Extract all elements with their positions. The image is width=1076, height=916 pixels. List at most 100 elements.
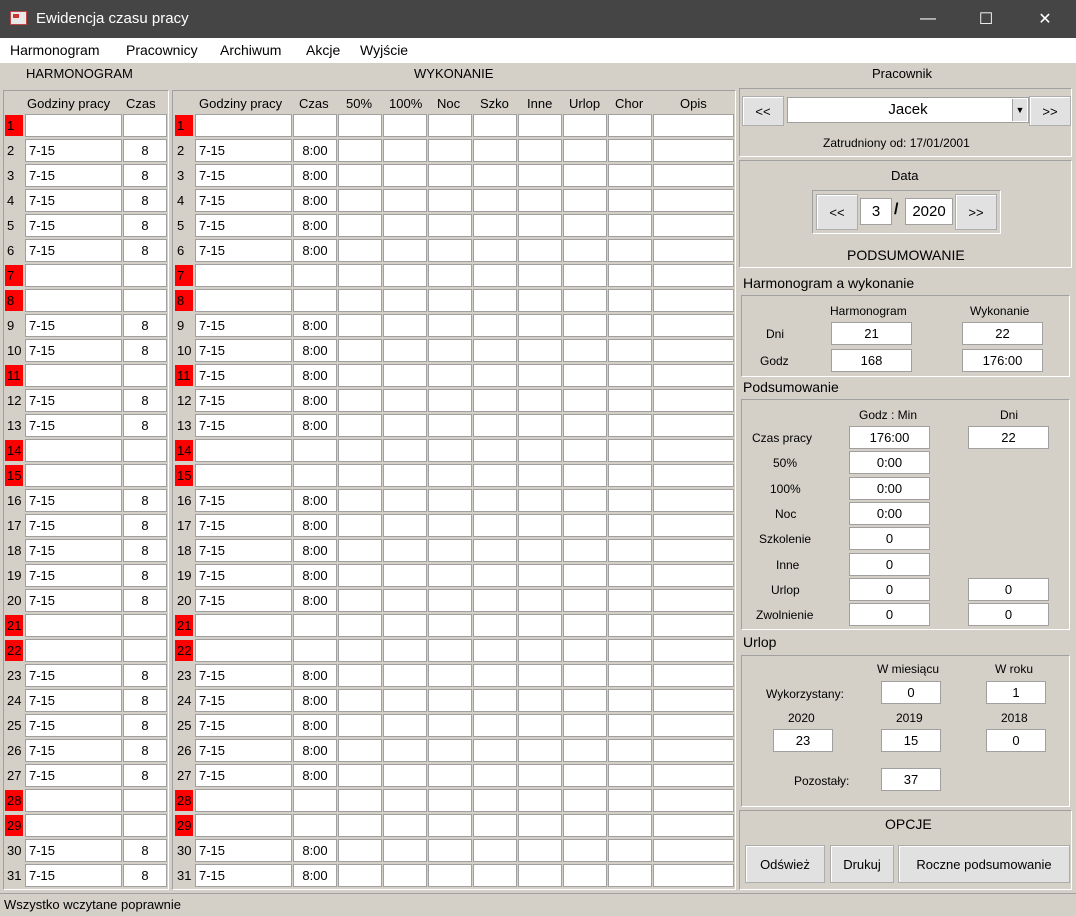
wyk-extra-cell[interactable] <box>518 489 562 512</box>
wyk-extra-cell[interactable] <box>653 364 734 387</box>
wyk-extra-cell[interactable] <box>653 439 734 462</box>
hw-wyk-dni[interactable]: 22 <box>962 322 1043 345</box>
wyk-extra-cell[interactable] <box>338 564 382 587</box>
wyk-extra-cell[interactable] <box>383 164 427 187</box>
minimize-button[interactable]: — <box>905 0 951 38</box>
wyk-time-cell[interactable]: 8:00 <box>293 564 337 587</box>
harm-hours-cell[interactable] <box>25 264 122 287</box>
harm-hours-cell[interactable] <box>25 814 122 837</box>
menu-harmonogram[interactable]: Harmonogram <box>10 42 99 58</box>
wyk-extra-cell[interactable] <box>608 164 652 187</box>
wyk-extra-cell[interactable] <box>653 789 734 812</box>
wyk-extra-cell[interactable] <box>338 589 382 612</box>
urlop-value-3[interactable]: 0 <box>986 729 1046 752</box>
wyk-time-cell[interactable]: 8:00 <box>293 739 337 762</box>
wyk-extra-cell[interactable] <box>608 439 652 462</box>
wyk-extra-cell[interactable] <box>653 764 734 787</box>
wyk-extra-cell[interactable] <box>383 639 427 662</box>
wyk-time-cell[interactable]: 8:00 <box>293 839 337 862</box>
wyk-extra-cell[interactable] <box>563 389 607 412</box>
wyk-time-cell[interactable]: 8:00 <box>293 314 337 337</box>
wyk-extra-cell[interactable] <box>338 464 382 487</box>
wyk-extra-cell[interactable] <box>473 314 517 337</box>
wyk-extra-cell[interactable] <box>338 839 382 862</box>
wyk-extra-cell[interactable] <box>653 589 734 612</box>
maximize-button[interactable]: ☐ <box>963 0 1009 38</box>
wyk-extra-cell[interactable] <box>473 339 517 362</box>
wyk-extra-cell[interactable] <box>518 139 562 162</box>
wyk-extra-cell[interactable] <box>428 214 472 237</box>
harm-time-cell[interactable] <box>123 364 167 387</box>
wyk-extra-cell[interactable] <box>653 464 734 487</box>
harm-time-cell[interactable]: 8 <box>123 864 167 887</box>
wyk-extra-cell[interactable] <box>473 839 517 862</box>
wyk-extra-cell[interactable] <box>608 339 652 362</box>
wyk-extra-cell[interactable] <box>518 864 562 887</box>
wyk-extra-cell[interactable] <box>383 239 427 262</box>
wyk-hours-cell[interactable]: 7-15 <box>195 239 292 262</box>
wyk-extra-cell[interactable] <box>518 764 562 787</box>
summary-godzmin-field[interactable]: 0 <box>849 603 930 627</box>
wyk-time-cell[interactable]: 8:00 <box>293 214 337 237</box>
wyk-extra-cell[interactable] <box>338 639 382 662</box>
next-employee-button[interactable]: >> <box>1029 96 1071 126</box>
wyk-extra-cell[interactable] <box>563 564 607 587</box>
harm-hours-cell[interactable]: 7-15 <box>25 339 122 362</box>
wyk-extra-cell[interactable] <box>338 239 382 262</box>
wyk-extra-cell[interactable] <box>563 139 607 162</box>
wyk-extra-cell[interactable] <box>338 814 382 837</box>
wyk-extra-cell[interactable] <box>653 739 734 762</box>
wyk-extra-cell[interactable] <box>428 239 472 262</box>
harm-hours-cell[interactable] <box>25 364 122 387</box>
wyk-extra-cell[interactable] <box>653 714 734 737</box>
wyk-extra-cell[interactable] <box>563 764 607 787</box>
harm-time-cell[interactable] <box>123 614 167 637</box>
wyk-time-cell[interactable] <box>293 464 337 487</box>
wyk-extra-cell[interactable] <box>428 789 472 812</box>
wyk-extra-cell[interactable] <box>653 314 734 337</box>
wyk-extra-cell[interactable] <box>473 589 517 612</box>
wyk-extra-cell[interactable] <box>563 339 607 362</box>
wyk-time-cell[interactable]: 8:00 <box>293 764 337 787</box>
wyk-hours-cell[interactable] <box>195 114 292 137</box>
harm-hours-cell[interactable]: 7-15 <box>25 389 122 412</box>
harm-hours-cell[interactable] <box>25 614 122 637</box>
wyk-extra-cell[interactable] <box>563 839 607 862</box>
wyk-extra-cell[interactable] <box>383 439 427 462</box>
wyk-time-cell[interactable] <box>293 639 337 662</box>
print-button[interactable]: Drukuj <box>830 845 894 883</box>
summary-godzmin-field[interactable]: 0 <box>849 527 930 551</box>
wyk-extra-cell[interactable] <box>563 714 607 737</box>
wyk-extra-cell[interactable] <box>563 589 607 612</box>
wyk-extra-cell[interactable] <box>428 539 472 562</box>
wyk-extra-cell[interactable] <box>563 664 607 687</box>
wyk-extra-cell[interactable] <box>428 864 472 887</box>
urlop-value-2[interactable]: 15 <box>881 729 941 752</box>
wyk-extra-cell[interactable] <box>653 814 734 837</box>
wyk-extra-cell[interactable] <box>563 789 607 812</box>
wyk-extra-cell[interactable] <box>563 864 607 887</box>
wyk-extra-cell[interactable] <box>518 739 562 762</box>
summary-dni-field[interactable]: 0 <box>968 603 1049 627</box>
wyk-extra-cell[interactable] <box>428 414 472 437</box>
refresh-button[interactable]: Odśwież <box>745 845 825 883</box>
harm-hours-cell[interactable]: 7-15 <box>25 214 122 237</box>
wyk-extra-cell[interactable] <box>608 764 652 787</box>
wyk-extra-cell[interactable] <box>473 139 517 162</box>
wyk-extra-cell[interactable] <box>428 164 472 187</box>
wyk-extra-cell[interactable] <box>653 489 734 512</box>
wyk-extra-cell[interactable] <box>338 314 382 337</box>
next-month-button[interactable]: >> <box>955 194 997 230</box>
harm-hours-cell[interactable]: 7-15 <box>25 139 122 162</box>
wyk-extra-cell[interactable] <box>653 239 734 262</box>
employee-select[interactable]: Jacek ▼ <box>787 97 1029 123</box>
wyk-extra-cell[interactable] <box>338 789 382 812</box>
urlop-used-year[interactable]: 1 <box>986 681 1046 704</box>
wyk-extra-cell[interactable] <box>338 389 382 412</box>
summary-godzmin-field[interactable]: 176:00 <box>849 426 930 449</box>
harm-hours-cell[interactable] <box>25 789 122 812</box>
wyk-extra-cell[interactable] <box>338 439 382 462</box>
wyk-time-cell[interactable]: 8:00 <box>293 864 337 887</box>
harm-time-cell[interactable] <box>123 789 167 812</box>
wyk-time-cell[interactable]: 8:00 <box>293 689 337 712</box>
